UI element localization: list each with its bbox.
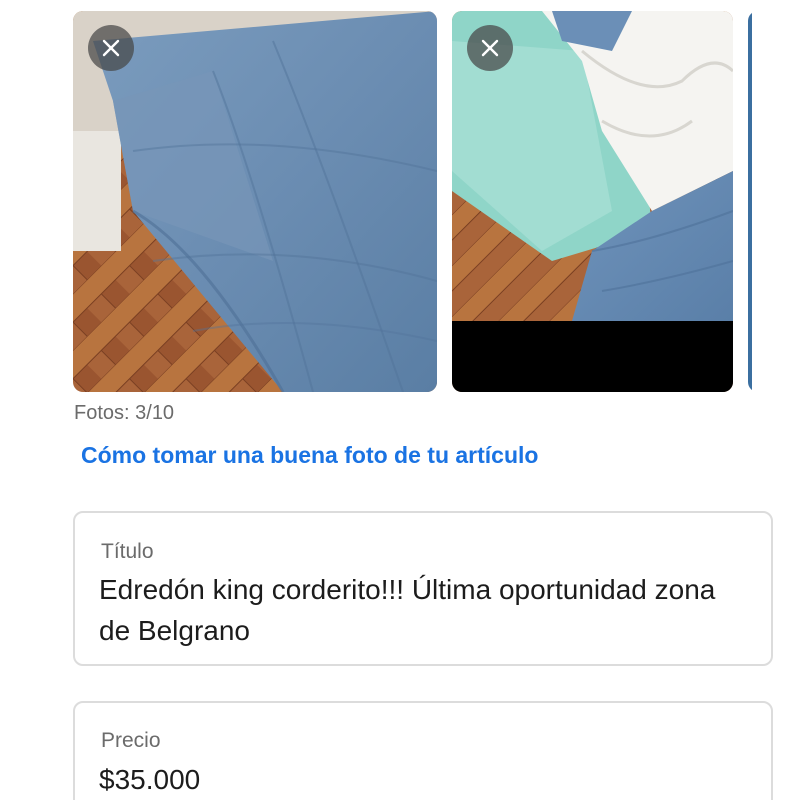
comforter-photo-1 (73, 11, 437, 392)
listing-edit-page: Fotos: 3/10 Cómo tomar una buena foto de… (0, 0, 800, 800)
title-field-label: Título (101, 540, 154, 563)
photo-count-label: Fotos: 3/10 (74, 402, 175, 424)
title-field[interactable]: Título Edredón king corderito!!! Última … (73, 511, 773, 666)
listing-photo-1[interactable] (73, 11, 437, 392)
price-field-label: Precio (101, 729, 161, 752)
price-input[interactable]: $35.000 (99, 759, 751, 800)
remove-photo-button[interactable] (467, 25, 513, 71)
close-icon (102, 39, 120, 57)
listing-photo-3[interactable] (748, 11, 800, 392)
close-icon (481, 39, 499, 57)
photo-carousel[interactable] (73, 11, 800, 392)
price-field[interactable]: Precio $35.000 (73, 701, 773, 800)
photo-tips-link[interactable]: Cómo tomar una buena foto de tu artículo (81, 442, 538, 469)
title-input[interactable]: Edredón king corderito!!! Última oportun… (99, 569, 751, 651)
listing-photo-2[interactable] (452, 11, 733, 392)
remove-photo-button[interactable] (88, 25, 134, 71)
photo-thumbnail-partial (748, 11, 800, 392)
